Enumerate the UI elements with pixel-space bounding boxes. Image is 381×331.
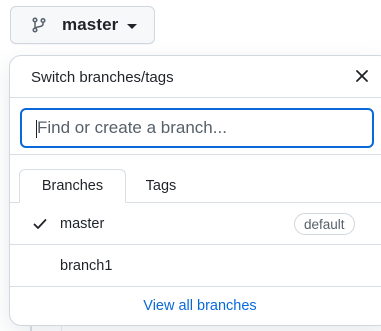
branch-name: branch1 bbox=[60, 258, 113, 274]
close-icon[interactable] bbox=[355, 69, 369, 83]
popover-title: Switch branches/tags bbox=[31, 69, 174, 86]
tab-tags-label: Tags bbox=[145, 178, 177, 194]
branch-list-item-branch1[interactable]: branch1 bbox=[10, 245, 381, 287]
view-all-branches-link[interactable]: View all branches bbox=[143, 298, 256, 314]
default-badge: default bbox=[294, 213, 355, 235]
branch-button-label: master bbox=[62, 15, 119, 34]
popover-header: Switch branches/tags bbox=[10, 56, 381, 98]
check-icon bbox=[32, 216, 48, 232]
tab-tags[interactable]: Tags bbox=[126, 169, 196, 203]
branch-select-button[interactable]: master bbox=[10, 6, 155, 44]
branch-name: master bbox=[60, 216, 105, 232]
branch-switcher-popover: Switch branches/tags Branches Tags maste… bbox=[9, 55, 381, 326]
filter-section bbox=[10, 98, 381, 155]
branch-list-item-master[interactable]: master default bbox=[10, 203, 381, 245]
tab-branches[interactable]: Branches bbox=[19, 169, 126, 203]
text-cursor bbox=[36, 120, 37, 138]
tab-branches-label: Branches bbox=[41, 178, 104, 194]
popover-footer: View all branches bbox=[10, 288, 381, 324]
git-branch-icon bbox=[31, 17, 47, 33]
chevron-down-icon bbox=[127, 23, 138, 29]
branch-filter-input[interactable] bbox=[20, 108, 374, 148]
branch-tag-tabs: Branches Tags bbox=[10, 155, 381, 203]
